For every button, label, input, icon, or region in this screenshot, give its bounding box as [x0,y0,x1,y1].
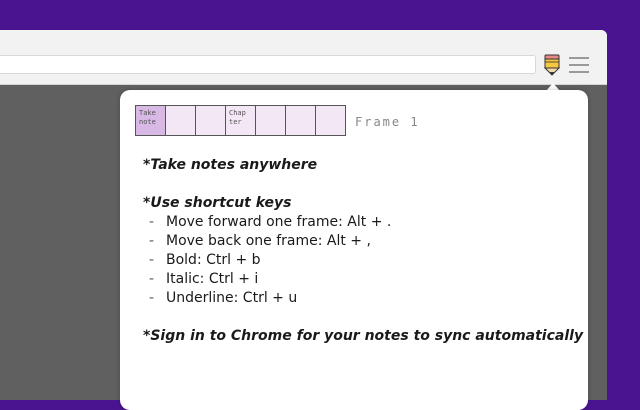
note-heading: *Take notes anywhere [143,157,318,173]
bullet-dash: - [149,290,155,306]
frame-cell-4[interactable]: Chap ter [225,105,256,136]
note-content[interactable]: *Take notes anywhere *Use shortcut keys … [143,156,584,346]
shortcut-text: Move back one frame: Alt + , [166,233,371,249]
frame-cell-6[interactable] [285,105,316,136]
browser-toolbar [0,30,607,85]
frame-text: Take note [139,109,161,126]
bullet-dash: - [149,214,155,230]
frame-label: Frame 1 [355,115,420,129]
frame-cell-1[interactable]: Take note [135,105,166,136]
frame-text [286,106,315,109]
address-bar[interactable] [0,55,536,74]
bullet-dash: - [149,233,155,249]
frame-cell-2[interactable] [165,105,196,136]
shortcut-item: - Italic: Ctrl + i [143,270,573,289]
frame-strip: Take note Chap ter [135,105,346,136]
shortcut-text: Bold: Ctrl + b [166,252,261,268]
frame-text: Chap ter [229,109,251,126]
frame-text [256,106,285,109]
shortcut-text: Italic: Ctrl + i [166,271,259,287]
shortcut-item: - Underline: Ctrl + u [143,289,573,308]
shortcut-item: - Move forward one frame: Alt + . [143,213,573,232]
frame-text [196,106,225,109]
frame-text [166,106,195,109]
bullet-dash: - [149,271,155,287]
shortcut-item: - Move back one frame: Alt + , [143,232,573,251]
hamburger-menu-icon[interactable] [569,57,589,73]
shortcut-text: Move forward one frame: Alt + . [166,214,392,230]
frame-cell-3[interactable] [195,105,226,136]
frame-cell-7[interactable] [315,105,346,136]
frame-text [316,106,345,109]
notes-popup: Take note Chap ter Frame 1 *Take notes a… [120,90,588,410]
shortcut-item: - Bold: Ctrl + b [143,251,573,270]
pencil-note-icon[interactable] [543,54,561,76]
note-footer: *Sign in to Chrome for your notes to syn… [143,328,584,344]
frame-cell-5[interactable] [255,105,286,136]
bullet-dash: - [149,252,155,268]
note-heading: *Use shortcut keys [143,195,292,211]
shortcut-text: Underline: Ctrl + u [166,290,298,306]
